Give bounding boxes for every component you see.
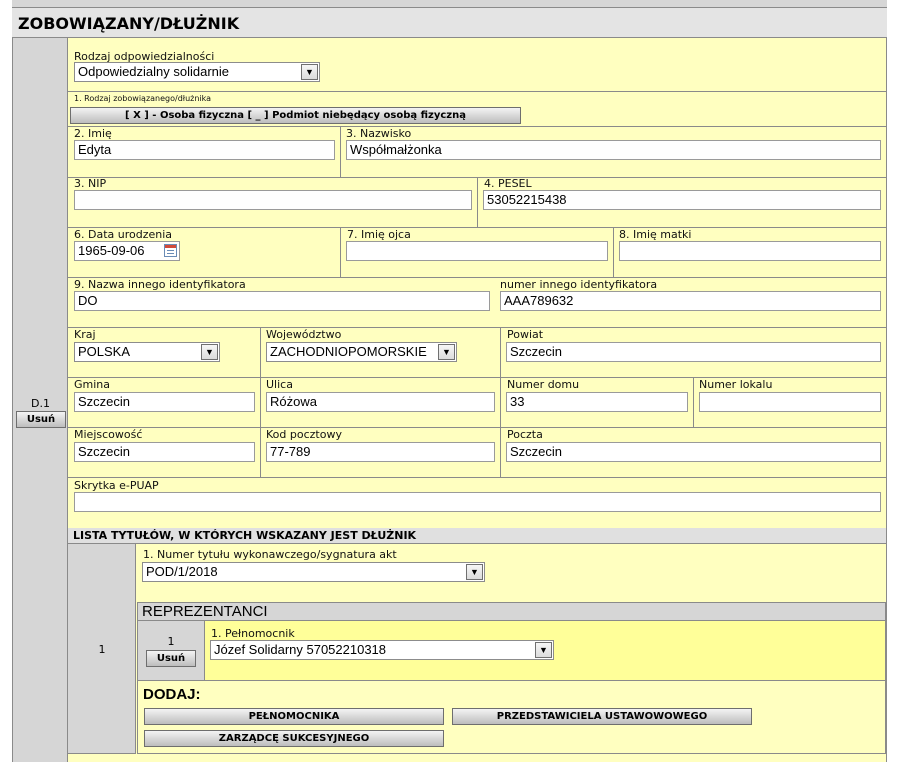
divider — [693, 377, 694, 427]
calendar-icon[interactable] — [164, 244, 177, 257]
representatives-title: REPREZENTANCI — [142, 603, 268, 620]
section-title: ZOBOWIĄZANY/DŁUŻNIK — [18, 14, 240, 33]
last-name-input[interactable]: Współmałżonka — [346, 140, 881, 160]
birth-date-label: 6. Data urodzenia — [74, 228, 173, 241]
postal-code-label: Kod pocztowy — [266, 428, 342, 441]
other-id-number-input[interactable]: AAA789632 — [500, 291, 881, 311]
mother-name-label: 8. Imię matki — [619, 228, 692, 241]
nip-label: 3. NIP — [74, 177, 107, 190]
divider — [477, 177, 478, 227]
divider — [68, 427, 886, 428]
country-value: POLSKA — [78, 344, 131, 359]
voivodeship-label: Województwo — [266, 328, 342, 341]
divider — [68, 477, 886, 478]
post-office-input[interactable]: Szczecin — [506, 442, 881, 462]
responsibility-select[interactable]: Odpowiedzialny solidarnie ▼ — [74, 62, 320, 82]
mother-name-input[interactable] — [619, 241, 881, 261]
city-label: Miejscowość — [74, 428, 143, 441]
divider — [68, 227, 886, 228]
add-successor-manager-button[interactable]: ZARZĄDCĘ SUKCESYJNEGO — [144, 730, 444, 747]
nip-input[interactable] — [74, 190, 472, 210]
country-label: Kraj — [74, 328, 96, 341]
chevron-down-icon: ▼ — [201, 344, 218, 360]
last-name-label: 3. Nazwisko — [346, 127, 412, 140]
row-label: D.1 — [31, 397, 50, 410]
flat-no-input[interactable] — [699, 392, 881, 412]
commune-label: Gmina — [74, 378, 111, 391]
chevron-down-icon: ▼ — [466, 564, 483, 580]
debtor-type-label: 1. Rodzaj zobowiązanego/dłużnika — [74, 94, 212, 103]
street-label: Ulica — [266, 378, 293, 391]
divider — [68, 126, 886, 127]
father-name-input[interactable] — [346, 241, 608, 261]
divider — [340, 126, 341, 177]
county-label: Powiat — [507, 328, 544, 341]
country-select[interactable]: POLSKA ▼ — [74, 342, 220, 362]
add-statutory-representative-button[interactable]: PRZEDSTAWICIELA USTAWOWOWEGO — [452, 708, 752, 725]
attorney-label: 1. Pełnomocnik — [211, 627, 295, 640]
top-strip — [12, 0, 887, 8]
other-id-number-label: numer innego identyfikatora — [500, 278, 658, 291]
attorney-value: Józef Solidarny 57052210318 — [214, 642, 387, 657]
pesel-label: 4. PESEL — [484, 177, 532, 190]
city-input[interactable]: Szczecin — [74, 442, 255, 462]
epuap-input[interactable] — [74, 492, 881, 512]
add-label: DODAJ: — [143, 686, 201, 703]
divider — [340, 227, 341, 277]
house-no-input[interactable]: 33 — [506, 392, 688, 412]
title-label: 1. Numer tytułu wykonawczego/sygnatura a… — [143, 548, 397, 561]
divider — [68, 327, 886, 328]
pesel-input[interactable]: 53052215438 — [483, 190, 881, 210]
epuap-label: Skrytka e-PUAP — [74, 479, 159, 492]
representative-row-number: 1 — [167, 635, 175, 648]
street-input[interactable]: Różowa — [266, 392, 495, 412]
first-name-label: 2. Imię — [74, 127, 112, 140]
title-select[interactable]: POD/1/2018 ▼ — [142, 562, 485, 582]
debtor-type-toggle-button[interactable]: [ X ] - Osoba fizyczna [ _ ] Podmiot nie… — [70, 107, 521, 124]
voivodeship-select[interactable]: ZACHODNIOPOMORSKIE ▼ — [266, 342, 457, 362]
add-attorney-button[interactable]: PEŁNOMOCNIKA — [144, 708, 444, 725]
flat-no-label: Numer lokalu — [699, 378, 773, 391]
remove-representative-button[interactable]: Usuń — [146, 650, 196, 667]
other-id-name-label: 9. Nazwa innego identyfikatora — [74, 278, 246, 291]
other-id-name-input[interactable]: DO — [74, 291, 490, 311]
representatives-header: REPREZENTANCI — [137, 602, 886, 621]
birth-date-value: 1965-09-06 — [78, 243, 145, 258]
county-input[interactable]: Szczecin — [506, 342, 881, 362]
section-header: ZOBOWIĄZANY/DŁUŻNIK — [12, 8, 887, 38]
chevron-down-icon: ▼ — [535, 642, 552, 658]
postal-code-input[interactable]: 77-789 — [266, 442, 495, 462]
titles-header-text: LISTA TYTUŁÓW, W KTÓRYCH WSKAZANY JEST D… — [73, 529, 417, 542]
title-value: POD/1/2018 — [146, 564, 218, 579]
commune-input[interactable]: Szczecin — [74, 392, 255, 412]
father-name-label: 7. Imię ojca — [347, 228, 411, 241]
divider — [260, 327, 261, 477]
voivodeship-value: ZACHODNIOPOMORSKIE — [270, 344, 427, 359]
title-row-number: 1 — [98, 643, 106, 656]
remove-debtor-button[interactable]: Usuń — [16, 411, 66, 428]
divider — [68, 91, 886, 92]
responsibility-value: Odpowiedzialny solidarnie — [78, 64, 230, 79]
first-name-input[interactable]: Edyta — [74, 140, 335, 160]
chevron-down-icon: ▼ — [438, 344, 455, 360]
divider — [613, 227, 614, 277]
attorney-select[interactable]: Józef Solidarny 57052210318 ▼ — [210, 640, 554, 660]
titles-header: LISTA TYTUŁÓW, W KTÓRYCH WSKAZANY JEST D… — [68, 528, 886, 544]
post-office-label: Poczta — [507, 428, 543, 441]
house-no-label: Numer domu — [507, 378, 580, 391]
divider — [500, 327, 501, 477]
chevron-down-icon: ▼ — [301, 64, 318, 80]
